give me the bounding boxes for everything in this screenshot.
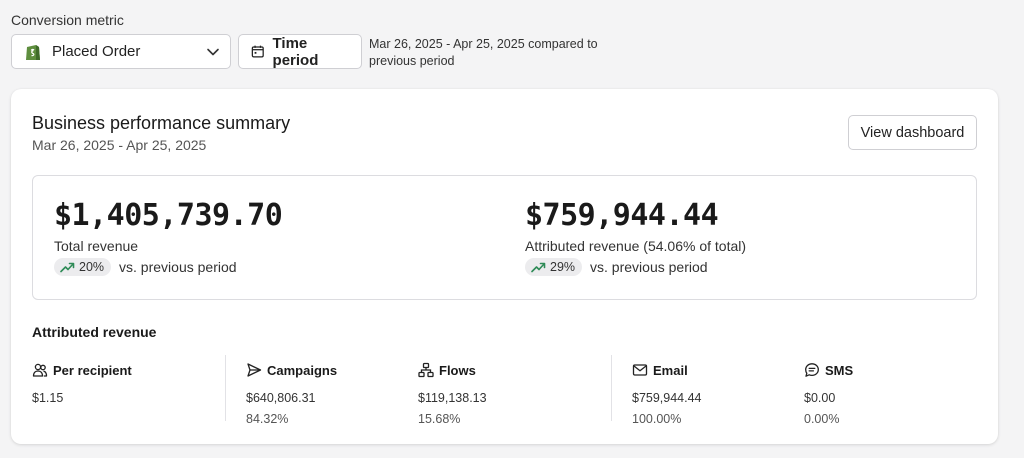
- users-icon: [32, 363, 48, 377]
- trend-up-icon: [60, 262, 75, 273]
- stat-percent: 100.00%: [632, 412, 682, 426]
- card-date-range: Mar 26, 2025 - Apr 25, 2025: [32, 137, 207, 153]
- attributed-revenue-label: Attributed revenue (54.06% of total): [525, 238, 747, 254]
- page: Conversion metric Placed Order Time peri…: [0, 0, 1024, 458]
- total-revenue-amount: $1,405,739.70: [54, 198, 283, 233]
- business-performance-card: Business performance summary Mar 26, 202…: [11, 89, 998, 444]
- stat-value: $759,944.44: [632, 391, 702, 405]
- stat-percent: 0.00%: [804, 412, 840, 426]
- calendar-icon: [251, 45, 264, 58]
- chevron-down-icon: [207, 48, 219, 55]
- revenue-summary-box: $1,405,739.70 Total revenue 20% vs. prev…: [32, 175, 977, 300]
- change-badge: 29%: [525, 258, 583, 276]
- conversion-metric-label: Conversion metric: [11, 12, 124, 28]
- change-badge: 20%: [54, 258, 112, 276]
- stat-flows: Flows $119,138.13 15.68%: [418, 362, 487, 427]
- time-period-button[interactable]: Time period: [238, 34, 362, 69]
- attributed-revenue-block: $759,944.44 Attributed revenue (54.06% o…: [525, 198, 746, 276]
- total-revenue-label: Total revenue: [54, 238, 139, 254]
- total-revenue-block: $1,405,739.70 Total revenue 20% vs. prev…: [54, 198, 283, 276]
- change-value: 29%: [550, 260, 576, 274]
- stat-label: Campaigns: [267, 362, 338, 378]
- attributed-revenue-title: Attributed revenue: [32, 324, 157, 340]
- comparison-text: vs. previous period: [119, 259, 237, 275]
- stat-label: Per recipient: [53, 362, 132, 378]
- conversion-metric-select[interactable]: Placed Order: [11, 34, 231, 69]
- total-revenue-trend: 20% vs. previous period: [54, 258, 282, 276]
- stat-label: SMS: [825, 362, 854, 378]
- conversion-metric-value: Placed Order: [52, 43, 141, 60]
- divider: [611, 355, 612, 421]
- attributed-revenue-trend: 29% vs. previous period: [525, 258, 746, 276]
- stat-value: $640,806.31: [246, 391, 316, 405]
- card-title: Business performance summary: [32, 113, 291, 133]
- flows-icon: [418, 362, 434, 378]
- time-period-label: Time period: [272, 34, 319, 69]
- stat-label: Flows: [439, 362, 476, 378]
- view-dashboard-button[interactable]: View dashboard: [848, 115, 977, 150]
- stat-percent: 84.32%: [246, 412, 289, 426]
- send-icon: [247, 363, 262, 377]
- sms-icon: [805, 363, 819, 377]
- divider: [225, 355, 226, 421]
- comparison-range-note: Mar 26, 2025 - Apr 25, 2025 compared to …: [369, 37, 598, 68]
- mail-icon: [632, 364, 648, 376]
- stat-label: Email: [653, 362, 688, 378]
- stat-percent: 15.68%: [418, 412, 461, 426]
- stat-sms: SMS $0.00 0.00%: [804, 362, 854, 427]
- stat-campaigns: Campaigns $640,806.31 84.32%: [246, 362, 338, 427]
- stat-value: $0.00: [804, 391, 836, 405]
- stat-per-recipient: Per recipient $1.15: [32, 362, 132, 406]
- change-value: 20%: [79, 260, 105, 274]
- stat-value: $119,138.13: [418, 391, 487, 405]
- stat-email: Email $759,944.44 100.00%: [632, 362, 702, 427]
- shopify-icon: [26, 44, 40, 60]
- trend-up-icon: [531, 262, 546, 273]
- attributed-revenue-amount: $759,944.44: [525, 198, 719, 233]
- comparison-text: vs. previous period: [590, 259, 708, 275]
- stat-value: $1.15: [32, 391, 64, 405]
